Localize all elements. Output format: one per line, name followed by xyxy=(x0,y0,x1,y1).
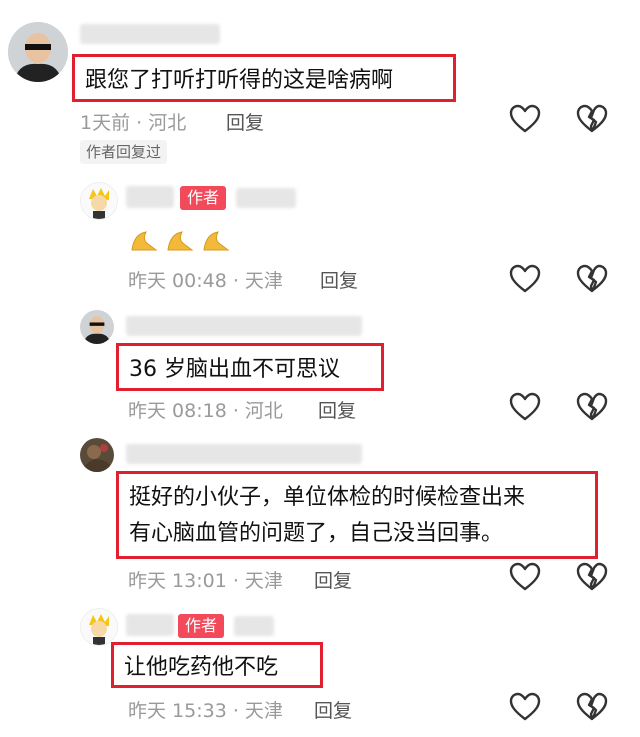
comment-text-line-2: 有心脑血管的问题了，自己没当回事。 xyxy=(129,521,504,546)
blurred-username xyxy=(126,444,362,464)
comment-text: 36 岁脑出血不可思议 xyxy=(129,357,340,382)
reply-button[interactable]: 回复 xyxy=(226,108,264,135)
reply-button[interactable]: 回复 xyxy=(314,696,352,723)
comment-meta: 昨天 08:18 · 河北 xyxy=(128,400,283,422)
comment-meta: 昨天 00:48 · 天津 xyxy=(128,270,283,292)
broken-heart-icon[interactable] xyxy=(576,392,608,422)
emoji-row xyxy=(128,222,238,254)
heart-outline-icon[interactable] xyxy=(509,264,541,294)
blurred-username xyxy=(80,24,220,44)
author-avatar[interactable] xyxy=(80,608,118,646)
broken-heart-icon[interactable] xyxy=(576,104,608,134)
blurred-extra xyxy=(234,616,274,636)
heart-outline-icon[interactable] xyxy=(509,562,541,592)
comment-text-line-1: 挺好的小伙子，单位体检的时候检查出来 xyxy=(129,485,526,510)
comment-meta: 昨天 13:01 · 天津 xyxy=(128,570,283,592)
heart-outline-icon[interactable] xyxy=(509,104,541,134)
blurred-username xyxy=(126,316,362,336)
author-badge: 作者 xyxy=(178,614,225,638)
comment-text: 让他吃药他不吃 xyxy=(124,655,279,680)
broken-heart-icon[interactable] xyxy=(576,562,608,592)
highlighted-comment: 跟您了打听打听得的这是啥病啊 xyxy=(72,54,456,102)
comment-text: 跟您了打听打听得的这是啥病啊 xyxy=(85,68,394,93)
blurred-username xyxy=(126,186,174,208)
highlighted-comment: 36 岁脑出血不可思议 xyxy=(116,343,384,391)
author-replied-tag: 作者回复过 xyxy=(80,140,168,164)
broken-heart-icon[interactable] xyxy=(576,264,608,294)
avatar[interactable] xyxy=(80,438,114,472)
avatar[interactable] xyxy=(8,22,68,82)
blurred-extra xyxy=(236,188,296,208)
reply-button[interactable]: 回复 xyxy=(320,266,358,293)
author-avatar[interactable] xyxy=(80,182,118,220)
reply-button[interactable]: 回复 xyxy=(318,396,356,423)
highlighted-comment: 挺好的小伙子，单位体检的时候检查出来 有心脑血管的问题了，自己没当回事。 xyxy=(116,471,598,559)
blurred-username xyxy=(126,614,174,636)
author-badge: 作者 xyxy=(180,186,227,210)
avatar[interactable] xyxy=(80,310,114,344)
reply-button[interactable]: 回复 xyxy=(314,566,352,593)
comment-meta: 1天前 · 河北 xyxy=(80,112,187,134)
comment-meta: 昨天 15:33 · 天津 xyxy=(128,700,283,722)
heart-outline-icon[interactable] xyxy=(509,392,541,422)
heart-outline-icon[interactable] xyxy=(509,692,541,722)
broken-heart-icon[interactable] xyxy=(576,692,608,722)
highlighted-comment: 让他吃药他不吃 xyxy=(111,642,323,688)
